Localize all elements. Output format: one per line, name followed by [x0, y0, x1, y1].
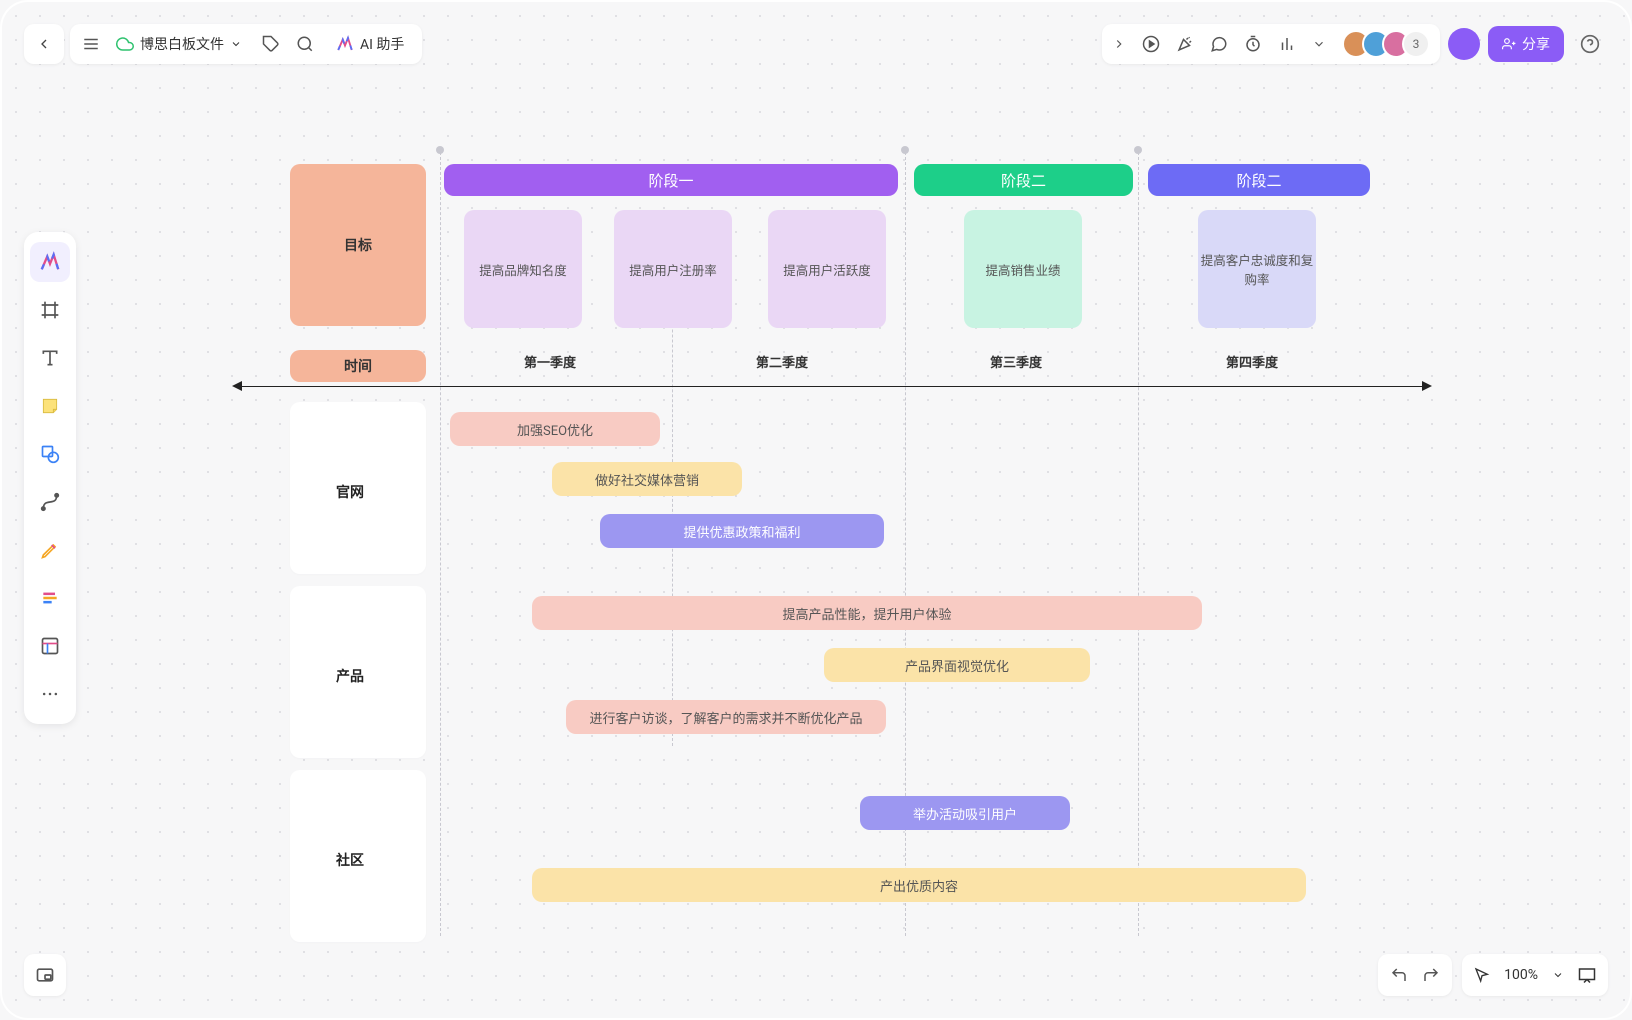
task-bar[interactable]: 做好社交媒体营销 — [552, 462, 742, 496]
canvas[interactable]: 目标 阶段一 阶段二 阶段二 提高品牌知名度 提高用户注册率 提高用户活跃度 提… — [0, 0, 1632, 1020]
task-bar[interactable]: 提高产品性能，提升用户体验 — [532, 596, 1202, 630]
row-label: 产品 — [336, 666, 364, 686]
time-header-box[interactable]: 时间 — [290, 350, 426, 382]
sticky-note[interactable]: 提高客户忠诚度和复购率 — [1198, 210, 1316, 328]
sticky-note[interactable]: 提高品牌知名度 — [464, 210, 582, 328]
phase-label: 阶段二 — [1236, 170, 1281, 191]
task-bar[interactable]: 加强SEO优化 — [450, 412, 660, 446]
goal-header-label: 目标 — [344, 235, 372, 255]
row-label: 官网 — [336, 482, 364, 502]
sticky-note[interactable]: 提高用户活跃度 — [768, 210, 886, 328]
goal-header-box[interactable]: 目标 — [290, 164, 426, 326]
guide-line — [1138, 152, 1139, 936]
guide-knob — [436, 146, 444, 154]
phase-header[interactable]: 阶段二 — [914, 164, 1133, 196]
sticky-note[interactable]: 提高销售业绩 — [964, 210, 1082, 328]
timeline-axis — [242, 386, 1422, 387]
arrow-left-icon — [232, 381, 242, 391]
time-header-label: 时间 — [344, 356, 372, 376]
quarter-label: 第三季度 — [990, 352, 1042, 371]
task-bar[interactable]: 进行客户访谈，了解客户的需求并不断优化产品 — [566, 700, 886, 734]
phase-label: 阶段一 — [648, 170, 693, 191]
task-bar[interactable]: 产出优质内容 — [532, 868, 1306, 902]
guide-knob — [901, 146, 909, 154]
sticky-note[interactable]: 提高用户注册率 — [614, 210, 732, 328]
quarter-label: 第二季度 — [756, 352, 808, 371]
guide-knob — [1134, 146, 1142, 154]
task-bar[interactable]: 举办活动吸引用户 — [860, 796, 1070, 830]
quarter-label: 第一季度 — [524, 352, 576, 371]
phase-header[interactable]: 阶段一 — [444, 164, 898, 196]
guide-line — [440, 152, 441, 936]
phase-label: 阶段二 — [1001, 170, 1046, 191]
row-label: 社区 — [336, 850, 364, 870]
quarter-label: 第四季度 — [1226, 352, 1278, 371]
task-bar[interactable]: 提供优惠政策和福利 — [600, 514, 884, 548]
task-bar[interactable]: 产品界面视觉优化 — [824, 648, 1090, 682]
arrow-right-icon — [1422, 381, 1432, 391]
phase-header[interactable]: 阶段二 — [1148, 164, 1370, 196]
